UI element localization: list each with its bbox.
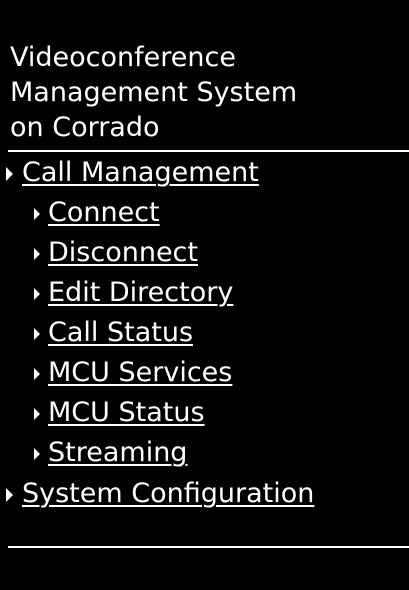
nav-item-edit-directory[interactable]: Edit Directory [34,275,233,311]
streaming-link[interactable]: Streaming [48,435,187,471]
triangle-right-icon [34,288,40,300]
nav-item-mcu-services[interactable]: MCU Services [34,355,232,391]
triangle-right-icon [34,248,40,260]
nav-item-system-configuration[interactable]: System Configuration [6,476,314,512]
mcu-services-link[interactable]: MCU Services [48,355,232,391]
triangle-right-icon [34,408,40,420]
disconnect-link[interactable]: Disconnect [48,235,198,271]
title-line-2: Management System [10,77,298,108]
triangle-right-icon [34,368,40,380]
title-line-1: Videoconference [10,42,236,73]
nav-item-streaming[interactable]: Streaming [34,435,187,471]
call-status-link[interactable]: Call Status [48,315,193,351]
nav-item-mcu-status[interactable]: MCU Status [34,395,205,431]
nav-item-connect[interactable]: Connect [34,195,160,231]
mcu-status-link[interactable]: MCU Status [48,395,205,431]
triangle-right-icon [6,488,13,502]
nav-item-call-status[interactable]: Call Status [34,315,193,351]
page: Videoconference Management System on Cor… [0,0,409,590]
nav-item-call-management[interactable]: Call Management [6,155,259,191]
call-management-link[interactable]: Call Management [22,155,259,191]
triangle-right-icon [6,167,13,181]
top-divider [8,150,409,152]
bottom-divider [8,546,409,548]
system-configuration-link[interactable]: System Configuration [22,476,314,512]
nav-item-disconnect[interactable]: Disconnect [34,235,198,271]
edit-directory-link[interactable]: Edit Directory [48,275,233,311]
connect-link[interactable]: Connect [48,195,160,231]
triangle-right-icon [34,328,40,340]
triangle-right-icon [34,208,40,220]
page-title: Videoconference Management System on Cor… [10,40,402,145]
triangle-right-icon [34,448,40,460]
title-line-3: on Corrado [10,112,160,143]
